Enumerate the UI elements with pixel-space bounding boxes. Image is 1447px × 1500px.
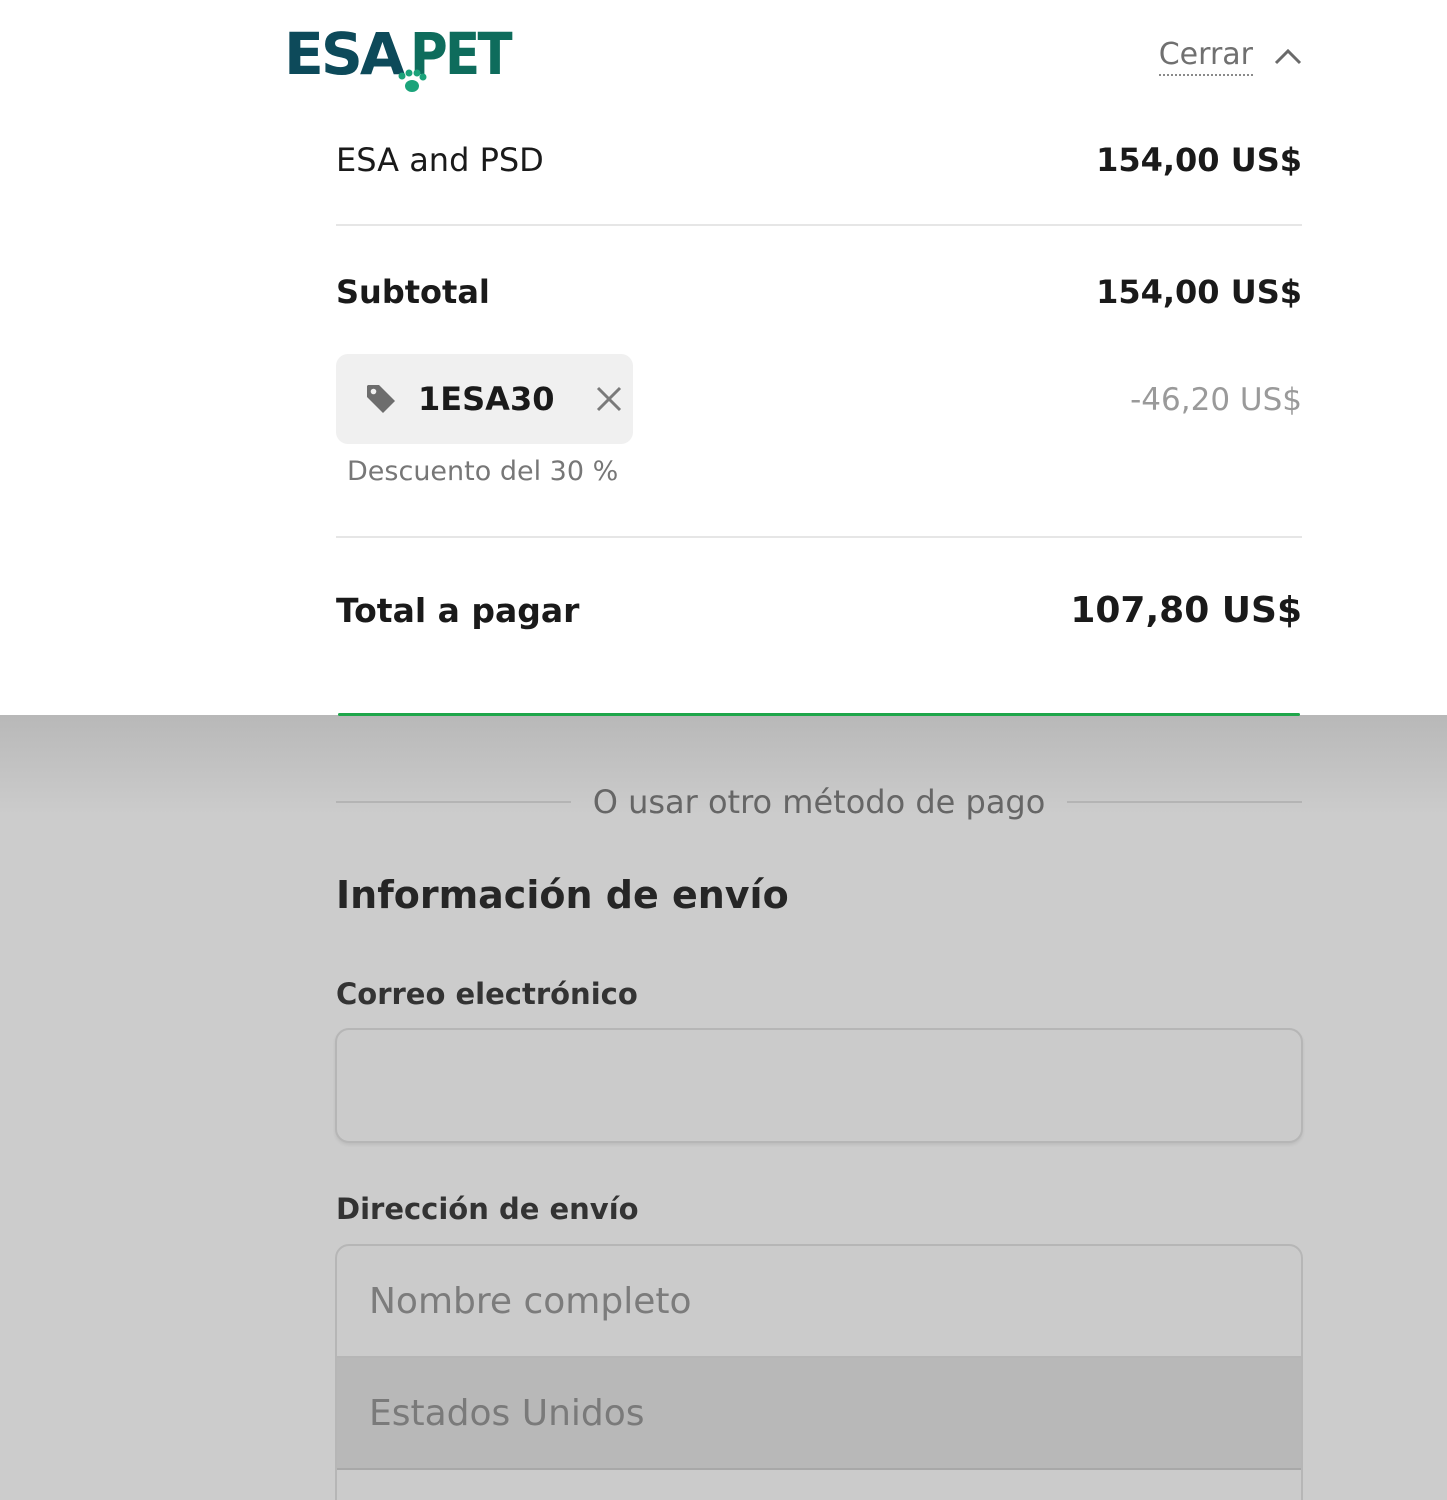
chevron-up-icon	[1273, 46, 1303, 66]
email-label: Correo electrónico	[336, 977, 638, 1011]
shipping-address-label: Dirección de envío	[336, 1192, 639, 1226]
line-item-price: 154,00 US$	[1096, 141, 1302, 179]
divider-line-right	[1067, 801, 1303, 803]
subtotal-value: 154,00 US$	[1096, 273, 1302, 311]
esapet-logo[interactable]: ESA PET	[284, 18, 514, 96]
tag-icon	[364, 382, 398, 416]
subtotal-label: Subtotal	[336, 273, 490, 311]
promo-code-chip: 1ESA30	[336, 354, 633, 444]
remove-promo-icon[interactable]	[594, 384, 624, 414]
subtotal-row: Subtotal 154,00 US$	[336, 270, 1302, 314]
country-value: Estados Unidos	[369, 1392, 645, 1434]
total-label: Total a pagar	[336, 590, 580, 630]
divider-line-left	[336, 801, 571, 803]
shipping-info-title: Información de envío	[336, 873, 789, 917]
shipping-address-group: Estados Unidos	[335, 1244, 1303, 1500]
esapet-logo-mark: ESA PET	[284, 20, 514, 92]
country-select[interactable]: Estados Unidos	[337, 1358, 1301, 1470]
total-row: Total a pagar 107,80 US$	[336, 585, 1302, 635]
order-summary-panel: ESA PET Cerrar ESA and PSD 154,00 US$ Su…	[0, 0, 1447, 715]
checkout-page: O usar otro método de pago Información d…	[0, 0, 1447, 1500]
line-item: ESA and PSD 154,00 US$	[336, 138, 1302, 182]
summary-divider	[336, 224, 1302, 226]
alt-payment-text: O usar otro método de pago	[592, 783, 1046, 821]
express-pay-edge	[338, 713, 1300, 716]
close-summary-button[interactable]: Cerrar	[1158, 36, 1303, 76]
close-summary-label: Cerrar	[1158, 36, 1253, 76]
full-name-field[interactable]	[337, 1246, 1301, 1358]
summary-divider	[336, 536, 1302, 538]
line-item-name: ESA and PSD	[336, 141, 544, 179]
email-field[interactable]	[335, 1028, 1303, 1143]
promo-description: Descuento del 30 %	[347, 456, 619, 487]
discount-amount: -46,20 US$	[1130, 382, 1302, 418]
svg-text:ESA: ESA	[284, 20, 405, 88]
alt-payment-divider: O usar otro método de pago	[336, 780, 1303, 824]
total-value: 107,80 US$	[1070, 589, 1302, 631]
promo-code: 1ESA30	[418, 380, 555, 418]
